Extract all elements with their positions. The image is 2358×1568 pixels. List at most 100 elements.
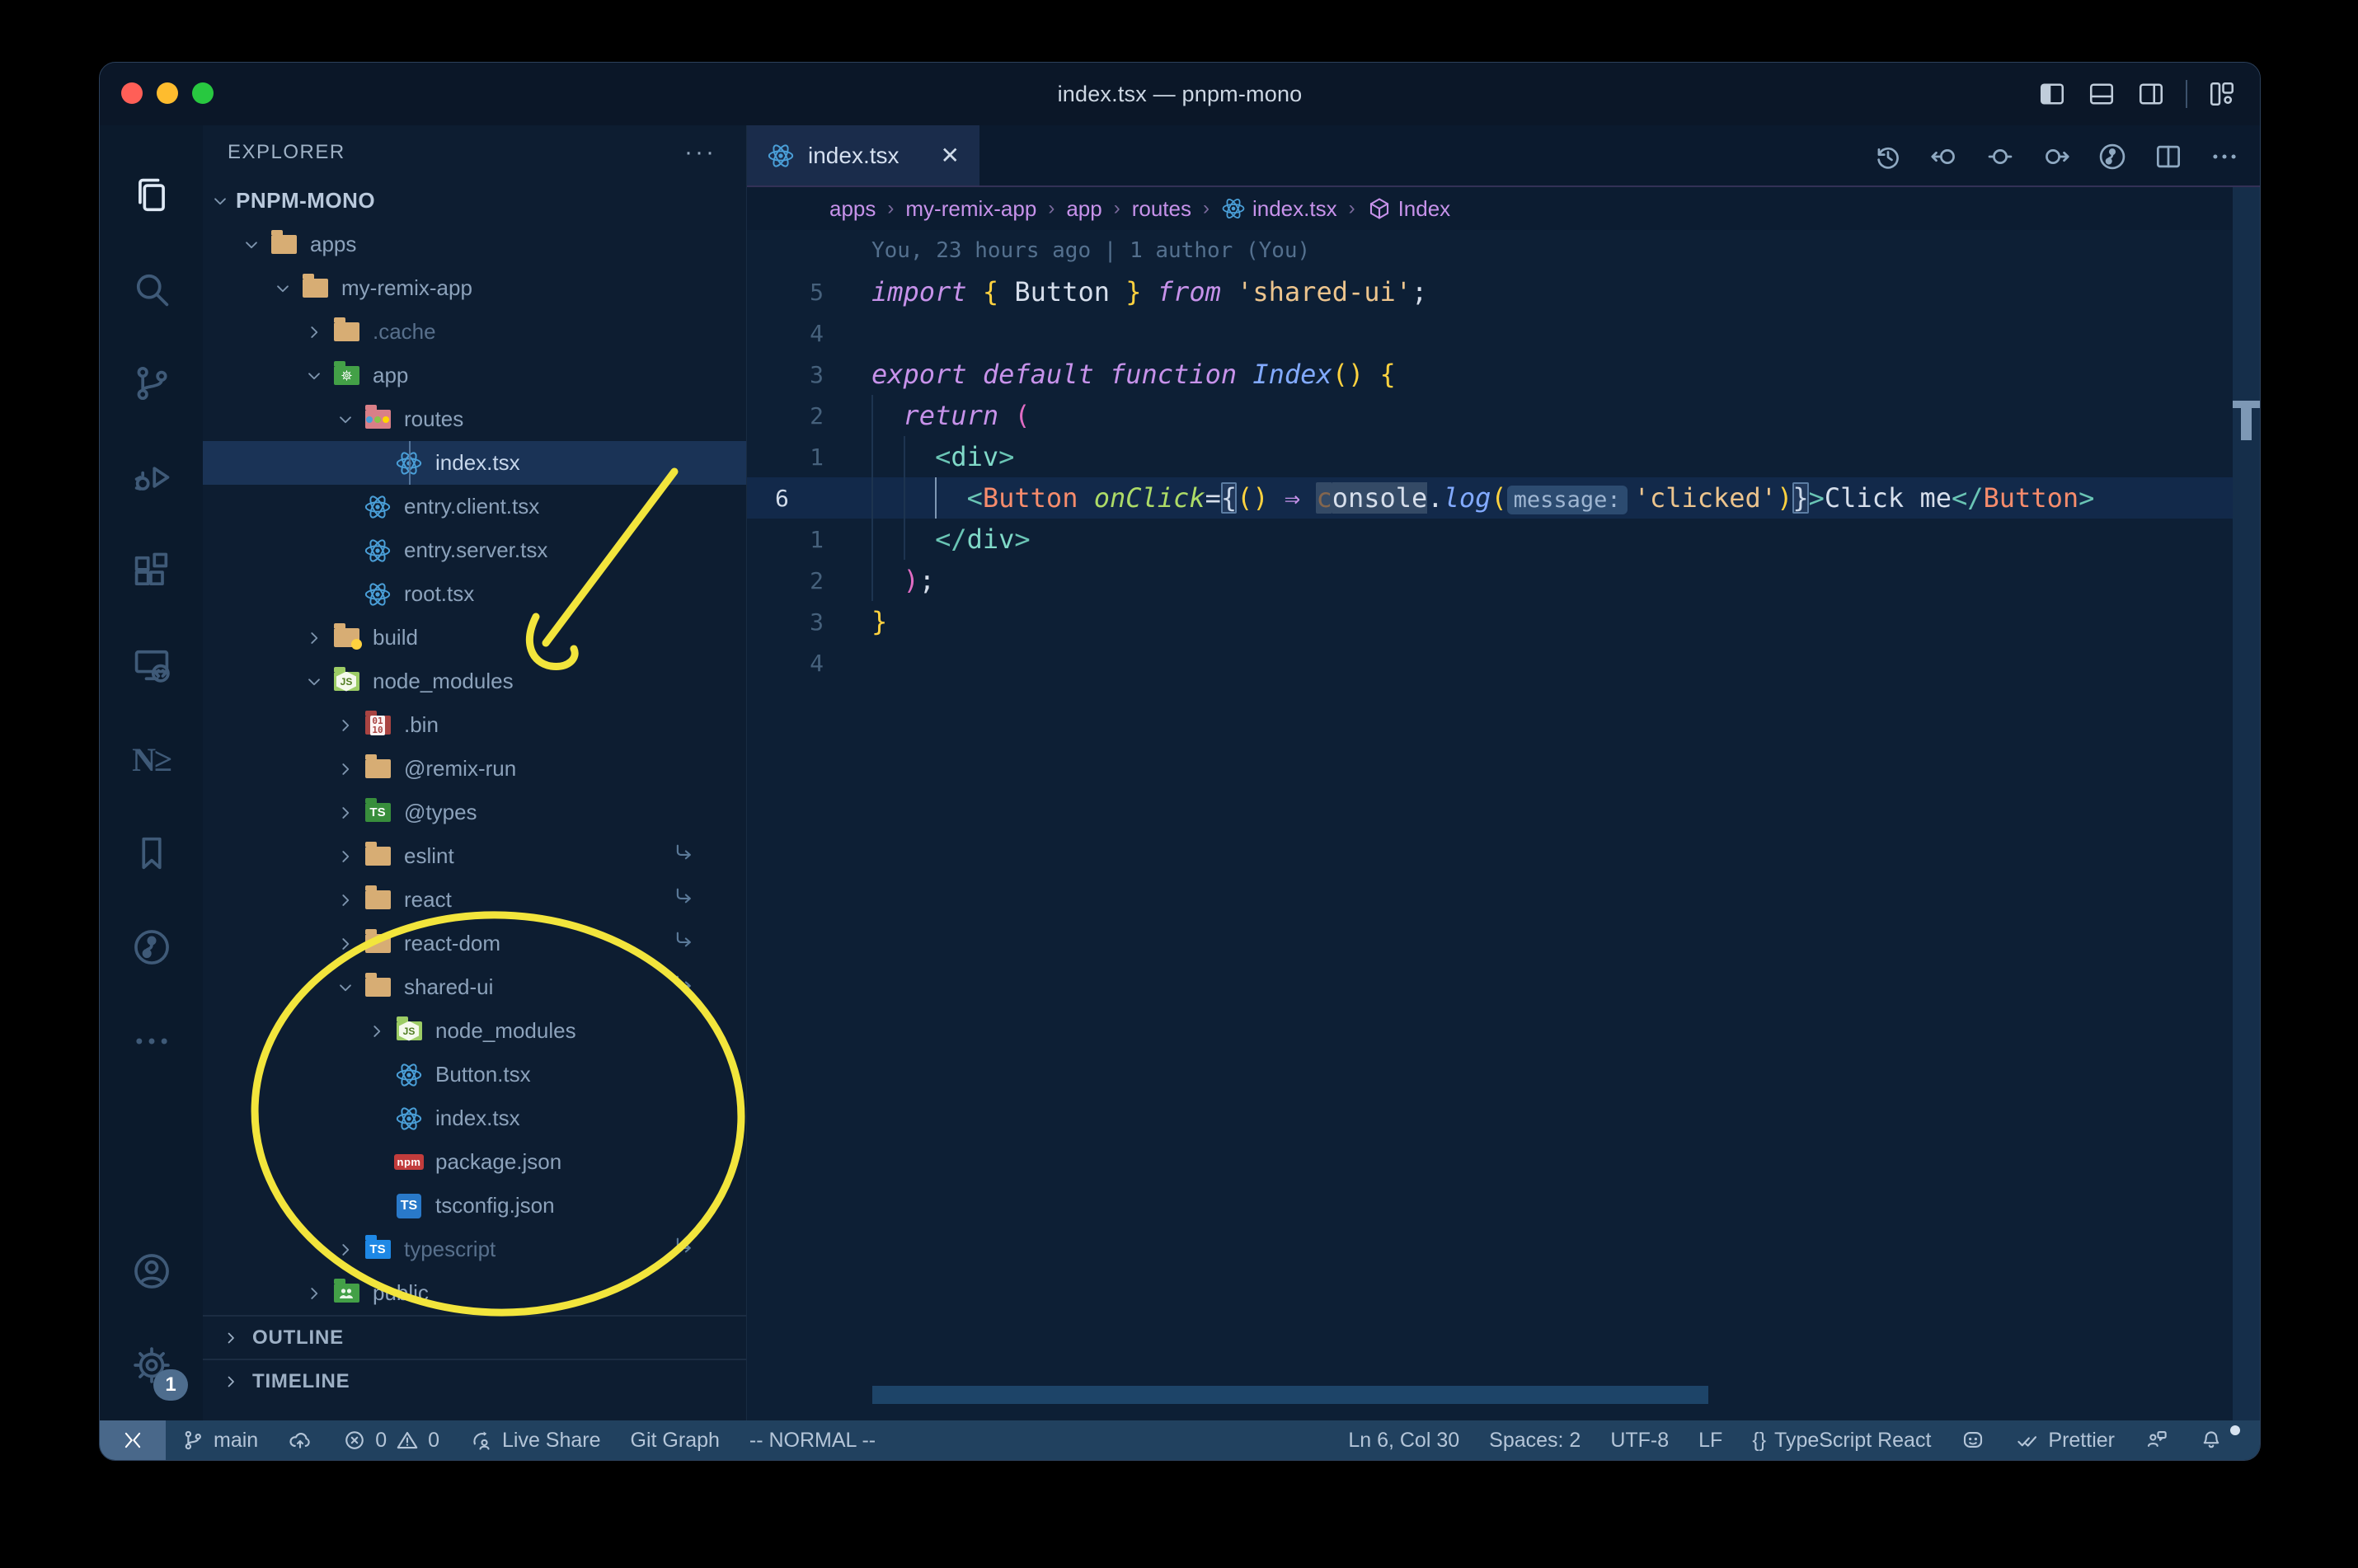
tree-item--types[interactable]: TS @types — [203, 791, 746, 834]
activity-item-git-graph[interactable] — [100, 900, 203, 994]
tree-item--remix-run[interactable]: @remix-run — [203, 747, 746, 791]
code-line[interactable]: 4 — [747, 312, 2260, 354]
minimize-window-button[interactable] — [157, 82, 178, 104]
status-problems[interactable]: 00 — [327, 1420, 454, 1460]
breadcrumb-item-index[interactable]: Index — [1367, 196, 1450, 222]
customize-layout-icon[interactable] — [2207, 79, 2237, 109]
tree-item-button-tsx[interactable]: Button.tsx — [203, 1053, 746, 1096]
toggle-panel-icon[interactable] — [2087, 79, 2116, 109]
tree-item-build[interactable]: build — [203, 616, 746, 660]
tree-item--bin[interactable]: 01 10 .bin — [203, 703, 746, 747]
chevron-right-icon[interactable] — [298, 1278, 330, 1309]
breadcrumb-item-apps[interactable]: apps — [829, 196, 876, 222]
activity-item-explorer[interactable] — [100, 148, 203, 242]
status-live-share[interactable]: Live Share — [454, 1420, 616, 1460]
chevron-right-icon[interactable] — [330, 797, 361, 829]
status-prettier[interactable]: Prettier — [2000, 1420, 2130, 1460]
status-branch[interactable]: main — [166, 1420, 273, 1460]
chevron-right-icon[interactable] — [330, 885, 361, 916]
activity-item-accounts[interactable] — [100, 1224, 203, 1318]
tree-item-entry-server-tsx[interactable]: entry.server.tsx — [203, 528, 746, 572]
breadcrumb-item-my-remix-app[interactable]: my-remix-app — [905, 196, 1036, 222]
activity-item-extensions[interactable] — [100, 524, 203, 618]
chevron-right-icon[interactable] — [298, 622, 330, 654]
split-icon[interactable] — [2153, 141, 2184, 172]
status-indentation[interactable]: Spaces: 2 — [1474, 1420, 1595, 1460]
tree-item-package-json[interactable]: npm package.json — [203, 1140, 746, 1184]
tree-item-apps[interactable]: apps — [203, 223, 746, 266]
close-window-button[interactable] — [121, 82, 143, 104]
section-header-timeline[interactable]: TIMELINE — [203, 1359, 746, 1402]
tree-item-react[interactable]: react — [203, 878, 746, 922]
chevron-right-icon[interactable] — [361, 1016, 392, 1047]
prev-change-icon[interactable] — [1928, 141, 1960, 172]
activity-item-source-control[interactable] — [100, 336, 203, 430]
code-line[interactable]: 3} — [747, 601, 2260, 642]
status-encoding[interactable]: UTF-8 — [1595, 1420, 1684, 1460]
tree-item-node-modules[interactable]: JS node_modules — [203, 1009, 746, 1053]
status-git-graph[interactable]: Git Graph — [616, 1420, 735, 1460]
tab-index-tsx[interactable]: index.tsx ✕ — [747, 125, 979, 185]
chevron-down-icon[interactable] — [298, 666, 330, 697]
activity-item-search[interactable] — [100, 242, 203, 336]
next-change-icon[interactable] — [2041, 141, 2072, 172]
tree-item-eslint[interactable]: eslint — [203, 834, 746, 878]
chevron-right-icon[interactable] — [330, 1234, 361, 1265]
change-icon[interactable] — [1985, 141, 2016, 172]
history-icon[interactable] — [1872, 141, 1904, 172]
tree-item-root-tsx[interactable]: root.tsx — [203, 572, 746, 616]
code-line[interactable]: 3 export default function Index() { — [747, 354, 2260, 395]
activity-item-bookmarks[interactable] — [100, 806, 203, 900]
horizontal-scrollbar[interactable] — [872, 1386, 1708, 1404]
activity-item-nx-console[interactable]: N≥ — [100, 712, 203, 806]
activity-item-manage[interactable]: 1 — [100, 1318, 203, 1412]
status-cursor-position[interactable]: Ln 6, Col 30 — [1333, 1420, 1474, 1460]
chevron-right-icon[interactable] — [298, 317, 330, 348]
chevron-right-icon[interactable] — [330, 710, 361, 741]
scm-graph-icon[interactable] — [2097, 141, 2128, 172]
tab-close-icon[interactable]: ✕ — [941, 142, 960, 169]
chevron-right-icon[interactable] — [330, 928, 361, 960]
status-language[interactable]: {} TypeScript React — [1737, 1420, 1946, 1460]
tree-item-typescript[interactable]: TS typescript — [203, 1228, 746, 1271]
breadcrumb-item-app[interactable]: app — [1066, 196, 1101, 222]
section-header-outline[interactable]: OUTLINE — [203, 1315, 746, 1359]
explorer-more-actions-icon[interactable]: ··· — [684, 138, 716, 167]
tree-item-pnpm-mono[interactable]: PNPM-MONO — [203, 179, 746, 223]
status-notifications[interactable] — [2184, 1420, 2240, 1460]
ellipsis-icon[interactable] — [2209, 141, 2240, 172]
chevron-down-icon[interactable] — [267, 273, 298, 304]
chevron-down-icon[interactable] — [204, 185, 236, 217]
vertical-scrollbar[interactable] — [2233, 187, 2260, 1420]
tree-item-index-tsx[interactable]: index.tsx — [203, 1096, 746, 1140]
toggle-secondary-sidebar-icon[interactable] — [2136, 79, 2166, 109]
status-remote[interactable] — [100, 1420, 166, 1460]
chevron-right-icon[interactable] — [330, 841, 361, 872]
code-line[interactable]: 1 </div> — [747, 519, 2260, 560]
tree-item-index-tsx[interactable]: index.tsx — [203, 441, 746, 485]
status-feedback[interactable] — [2130, 1420, 2184, 1460]
tree-item-tsconfig-json[interactable]: TS tsconfig.json — [203, 1184, 746, 1228]
activity-item-more-views[interactable] — [100, 994, 203, 1088]
status-vim-mode[interactable]: -- NORMAL -- — [735, 1420, 890, 1460]
chevron-down-icon[interactable] — [236, 229, 267, 261]
chevron-down-icon[interactable] — [330, 972, 361, 1003]
code-editor[interactable]: You, 23 hours ago | 1 author (You) 5 impor… — [747, 230, 2260, 1420]
code-line[interactable]: 5 import { Button } from 'shared-ui'; — [747, 271, 2260, 312]
code-line-current[interactable]: 6 <Button onClick={() ⇒ console.log(mess… — [747, 477, 2260, 519]
chevron-right-icon[interactable] — [330, 753, 361, 785]
code-line[interactable]: 1 <div> — [747, 436, 2260, 477]
code-line[interactable]: 2 ); — [747, 560, 2260, 601]
maximize-window-button[interactable] — [192, 82, 214, 104]
status-publish[interactable] — [273, 1420, 327, 1460]
tree-item-app[interactable]: app — [203, 354, 746, 397]
tree-item-shared-ui[interactable]: shared-ui — [203, 965, 746, 1009]
code-line[interactable]: 4 — [747, 642, 2260, 683]
tree-item-my-remix-app[interactable]: my-remix-app — [203, 266, 746, 310]
tree-item-node-modules[interactable]: JS node_modules — [203, 660, 746, 703]
title-bar[interactable]: index.tsx — pnpm-mono — [100, 63, 2260, 125]
breadcrumb-item-index-tsx[interactable]: index.tsx — [1221, 196, 1337, 222]
tree-item-entry-client-tsx[interactable]: entry.client.tsx — [203, 485, 746, 528]
status-github[interactable] — [1946, 1420, 2000, 1460]
activity-item-remote-explorer[interactable] — [100, 618, 203, 712]
